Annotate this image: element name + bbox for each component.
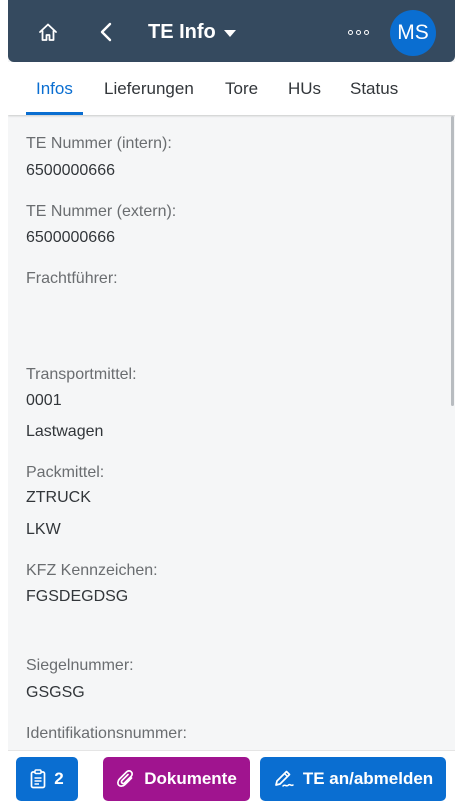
home-icon [39, 23, 57, 41]
tab-status[interactable]: Status [350, 62, 398, 115]
transportmittel-value: 0001 [26, 392, 62, 409]
shell-header: TE Info MS [8, 0, 455, 62]
tab-hus[interactable]: HUs [288, 62, 321, 115]
back-icon [100, 22, 112, 42]
documents-button[interactable]: Dokumente [103, 757, 250, 801]
packmittel-label: Packmittel: [26, 464, 105, 481]
home-button[interactable] [32, 16, 64, 48]
packmittel-description: LKW [26, 521, 61, 538]
tab-tore[interactable]: Tore [225, 62, 258, 115]
item-count-button[interactable]: 2 [16, 757, 78, 801]
app-shell: TE Info MS Infos Lieferungen Tore HUs St… [8, 0, 455, 810]
dropdown-caret-icon [223, 29, 236, 37]
documents-label: Dokumente [144, 769, 237, 788]
tab-infos[interactable]: Infos [26, 62, 83, 115]
sign-icon [274, 770, 294, 787]
te-extern-label: TE Nummer (extern): [26, 203, 177, 220]
transportmittel-label: Transportmittel: [26, 366, 137, 383]
te-register-label: TE an/abmelden [302, 769, 434, 788]
user-avatar[interactable]: MS [390, 10, 436, 56]
kfz-value: FGSDEGDSG [26, 588, 129, 605]
te-extern-value: 6500000666 [26, 229, 115, 246]
transportmittel-description: Lastwagen [26, 423, 104, 440]
title-menu-button[interactable]: TE Info [148, 18, 236, 46]
te-register-button[interactable]: TE an/abmelden [260, 757, 446, 801]
siegel-label: Siegelnummer: [26, 657, 134, 674]
item-count-label: 2 [54, 769, 64, 788]
te-intern-value: 6500000666 [26, 162, 115, 179]
page-title: TE Info [148, 20, 216, 43]
info-form: TE Nummer (intern): 6500000666 TE Nummer… [8, 116, 455, 750]
kfz-label: KFZ Kennzeichen: [26, 562, 158, 579]
footer-toolbar: 2 Dokumente TE an/abmelden [8, 750, 455, 810]
back-button[interactable] [90, 16, 122, 48]
tab-lieferungen[interactable]: Lieferungen [104, 62, 194, 115]
paperclip-icon [117, 770, 134, 787]
te-intern-label: TE Nummer (intern): [26, 135, 172, 152]
siegel-value: GSGSG [26, 684, 85, 701]
overflow-icon [347, 29, 369, 35]
clipboard-icon [30, 769, 46, 789]
frachtfuehrer-label: Frachtführer: [26, 270, 118, 287]
identifikationsnummer-label: Identifikationsnummer: [26, 725, 187, 742]
overflow-button[interactable] [342, 18, 374, 46]
tab-bar: Infos Lieferungen Tore HUs Status [8, 62, 455, 115]
packmittel-value: ZTRUCK [26, 489, 91, 506]
content-scrollbar[interactable] [451, 116, 454, 406]
